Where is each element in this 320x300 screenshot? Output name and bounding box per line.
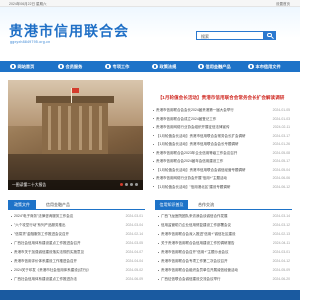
date-text: 2024年06月22日 星期六 (9, 1, 47, 6)
footer-bar (0, 290, 300, 300)
nav-special-work[interactable]: 专项工作 (105, 61, 129, 72)
list-item[interactable]: 【1月轮值会长活动】"信用港北区"建设专题调研 2024-06-12 (150, 183, 292, 192)
member-icon (58, 63, 64, 70)
list-item[interactable]: "六个攻坚行动"系列产品服务推出 2024-03-04 (8, 221, 145, 230)
list-item[interactable]: 广西社会信用体系建设重点工作推进办法 2024-06-09 (8, 275, 145, 284)
building-illustration (36, 96, 114, 154)
list-item[interactable]: 广西征信联合会诚信建设交流会议举行 2024-06-20 (155, 275, 292, 284)
policy-icon (152, 63, 158, 70)
nav-member-service[interactable]: 会员服务 (58, 61, 82, 72)
tab-credit-knowledge[interactable]: 信用知识普及 (155, 200, 188, 210)
list-item[interactable]: 贵港市信用联合会组织会员单位开展诚信经营活动 2024-05-09 (155, 266, 292, 275)
policy-panel: 政策文件 信用金融产品 2024"电子商务"法律咨询服务工作会议 2024-03-… (8, 200, 145, 300)
list-item[interactable]: 2024"电子商务"法律咨询服务工作会议 2024-03-01 (8, 212, 145, 221)
tab-bar: 政策文件 信用金融产品 (8, 200, 145, 210)
main-nav: 网站首页 会员服务 专项工作 政策法规 信用金融产品 本市信用文件 (0, 61, 300, 72)
tab-policy-documents[interactable]: 政策文件 (8, 200, 36, 210)
list-item[interactable]: 贵港市信用联合会召开"信用+"主题沙龙会议 2024-03-01 (155, 248, 292, 257)
knowledge-panel: 信用知识普及 合作交流 广西飞龙医院团队来访我会谈诚信合作发展 2024-03-1… (155, 200, 292, 300)
list-item[interactable]: 贵港市信用联合会专项工作第二次会议召开 2024-04-12 (155, 257, 292, 266)
nav-policy[interactable]: 政策法规 (152, 61, 176, 72)
search-button[interactable] (264, 31, 276, 40)
document-icon (248, 63, 254, 70)
banner-image[interactable] (8, 80, 143, 190)
list-item[interactable]: 贵港市关于加强诚信建设落实法规的实施意见 2024-04-07 (8, 248, 145, 257)
tab-cooperation[interactable]: 合作交流 (193, 200, 219, 210)
home-icon (10, 63, 16, 70)
list-item[interactable]: 广西飞龙医院团队来访我会谈诚信合作发展 2024-03-14 (155, 212, 292, 221)
flag-icon (72, 88, 79, 93)
list-item[interactable]: 贵港市信用联合会深入推进"信用+"诚信社区建设 2024-02-13 (155, 230, 292, 239)
list-item[interactable]: 关于贵港市信用联合会信用建设工作的调研报告 2024-04-11 (155, 239, 292, 248)
search-input[interactable]: 搜索 (196, 31, 264, 40)
finance-icon (198, 63, 204, 70)
top-bar: 2024年06月22日 星期六 设置首页 (0, 0, 300, 7)
site-url: ggxyxh8849795.org.cn (10, 40, 51, 44)
set-homepage-link[interactable]: 设置首页 (276, 2, 290, 7)
nav-city-documents[interactable]: 本市信用文件 (248, 61, 281, 72)
work-icon (105, 63, 111, 70)
list-item[interactable]: 贵港市信用评价体系建设工作推进会召开 2024-04-04 (8, 257, 145, 266)
tab-bar: 信用知识普及 合作交流 (155, 200, 292, 210)
list-item[interactable]: "信易贷"金融服务工作推进会议召开 2024-02-14 (8, 230, 145, 239)
nav-finance-products[interactable]: 信用金融产品 (198, 61, 231, 72)
list-item[interactable]: 广西社会信用体系建设重点工作推进会召开 2024-03-05 (8, 239, 145, 248)
list-item[interactable]: 信用监管助力企业信用修复建设工作部署会议 2024-03-12 (155, 221, 292, 230)
tab-finance-products[interactable]: 信用金融产品 (42, 200, 74, 210)
news-headline[interactable]: 【1月轮值会长活动】贵港市信用联合会常务会长扩会解读调研 (150, 95, 292, 101)
news-list: 【1月轮值会长活动】贵港市信用联合会常务会长扩会解读调研 贵港市信用联合会会长2… (150, 80, 292, 192)
site-title[interactable]: 贵港市信用联合会 (9, 21, 129, 41)
list-item[interactable]: 2024关于印发《贵港市社会信用体系建设(试行)》 2024-05-02 (8, 266, 145, 275)
search-input-text: 搜索 (201, 34, 209, 39)
nav-home[interactable]: 网站首页 (10, 61, 34, 72)
header: 贵港市信用联合会 ggxyxh8849795.org.cn 搜索 (0, 7, 300, 59)
